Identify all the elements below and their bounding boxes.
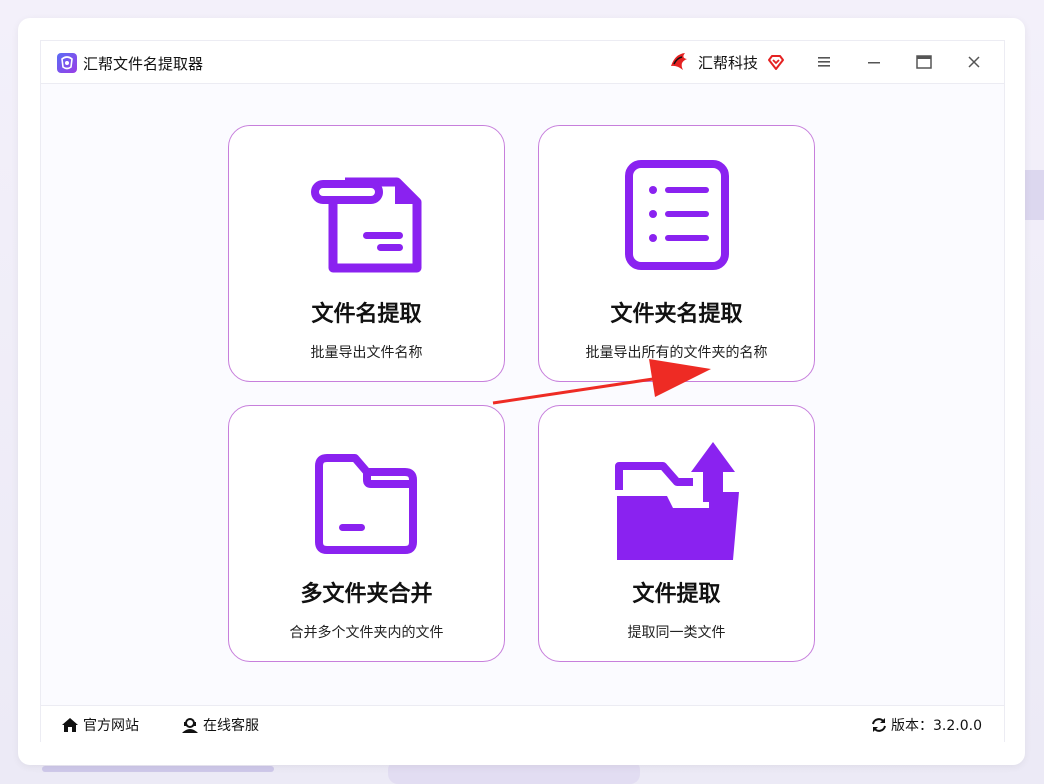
version-label: 版本：3.2.0.0: [891, 718, 982, 734]
app-logo-icon: [57, 53, 77, 73]
maximize-button[interactable]: [910, 49, 938, 75]
folder-icon: [315, 454, 417, 554]
folder-merge-card[interactable]: 多文件夹合并 合并多个文件夹内的文件: [228, 405, 505, 662]
card-subtitle: 合并多个文件夹内的文件: [289, 625, 444, 641]
file-document-icon: [311, 177, 422, 273]
brand-logo-icon: [671, 53, 687, 70]
official-website-label: 官方网站: [83, 718, 139, 734]
card-title: 文件提取: [632, 582, 721, 607]
card-title: 文件夹名提取: [610, 302, 743, 327]
folder-upload-icon: [615, 442, 739, 560]
list-icon: [625, 160, 729, 270]
foldername-extract-card[interactable]: 文件夹名提取 批量导出所有的文件夹的名称: [538, 125, 815, 382]
card-title: 文件名提取: [311, 302, 422, 327]
minimize-button[interactable]: [860, 49, 888, 75]
filename-extract-card[interactable]: 文件名提取 批量导出文件名称: [228, 125, 505, 382]
maximize-icon: [916, 55, 932, 69]
support-agent-icon: [182, 718, 198, 733]
card-subtitle: 批量导出文件名称: [310, 345, 423, 361]
footer-bar: 官方网站 在线客服 版本：3.2.0.0: [41, 705, 1004, 742]
file-extract-card[interactable]: 文件提取 提取同一类文件: [538, 405, 815, 662]
hamburger-icon: [818, 57, 830, 67]
online-support-label: 在线客服: [203, 718, 259, 734]
version-info: 版本：3.2.0.0: [871, 715, 982, 735]
online-support-link[interactable]: 在线客服: [181, 715, 259, 735]
card-title: 多文件夹合并: [300, 582, 433, 607]
official-website-link[interactable]: 官方网站: [61, 715, 139, 735]
annotation-arrow: [492, 359, 711, 405]
close-button[interactable]: [960, 49, 988, 75]
menu-button[interactable]: [810, 49, 838, 75]
app-content: 汇帮文件名提取器 汇帮科技 文件名提取 批量导出文件名称 文件夹名提取 批量导出…: [40, 40, 1005, 742]
home-icon: [62, 718, 78, 732]
vip-diamond-icon[interactable]: [767, 53, 785, 71]
title-bar: 汇帮文件名提取器 汇帮科技: [41, 41, 1004, 84]
card-subtitle: 提取同一类文件: [627, 625, 726, 641]
brand-name: 汇帮科技: [698, 54, 759, 72]
minimize-icon: [868, 62, 880, 64]
app-title: 汇帮文件名提取器: [83, 55, 204, 73]
refresh-icon[interactable]: [871, 717, 887, 733]
app-window: 汇帮文件名提取器 汇帮科技 文件名提取 批量导出文件名称 文件夹名提取 批量导出…: [18, 18, 1025, 765]
close-icon: [968, 56, 980, 68]
background-decoration: [42, 766, 274, 772]
